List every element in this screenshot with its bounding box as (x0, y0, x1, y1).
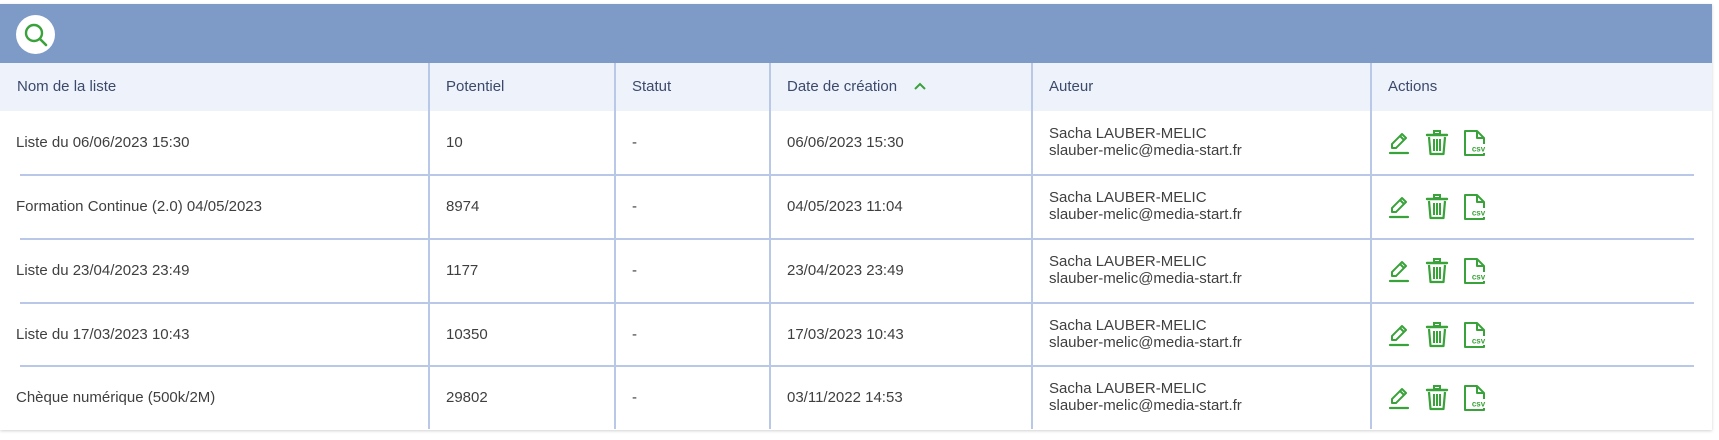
list-author: Sacha LAUBER-MELIC slauber-melic@media-s… (1049, 189, 1242, 223)
column-header-auteur[interactable]: Auteur (1049, 63, 1093, 111)
author-email: slauber-melic@media-start.fr (1049, 397, 1242, 414)
edit-pencil-icon (1388, 388, 1410, 410)
edit-pencil-icon (1388, 325, 1410, 347)
author-name: Sacha LAUBER-MELIC (1049, 125, 1207, 142)
trash-icon (1425, 322, 1449, 348)
svg-text:csv: csv (1472, 273, 1486, 282)
column-header-potentiel[interactable]: Potentiel (446, 63, 504, 111)
trash-icon (1425, 258, 1449, 284)
list-author: Sacha LAUBER-MELIC slauber-melic@media-s… (1049, 380, 1242, 414)
author-email: slauber-melic@media-start.fr (1049, 334, 1242, 351)
table-row: Liste du 17/03/2023 10:43 10350 - 17/03/… (0, 303, 1712, 367)
list-potentiel: 1177 (446, 262, 479, 279)
list-potentiel: 8974 (446, 198, 480, 215)
list-potentiel: 29802 (446, 389, 488, 406)
search-icon (24, 23, 47, 46)
list-date: 04/05/2023 11:04 (787, 198, 903, 215)
svg-text:csv: csv (1472, 209, 1486, 218)
list-author: Sacha LAUBER-MELIC slauber-melic@media-s… (1049, 125, 1242, 159)
list-potentiel: 10350 (446, 326, 488, 343)
csv-export-icon: csv (1464, 258, 1488, 284)
author-email: slauber-melic@media-start.fr (1049, 142, 1242, 159)
list-date: 23/04/2023 23:49 (787, 262, 904, 279)
csv-export-icon: csv (1464, 322, 1488, 348)
edit-pencil-icon (1388, 133, 1410, 155)
delete-button[interactable] (1424, 321, 1450, 349)
edit-button[interactable] (1386, 258, 1412, 284)
delete-button[interactable] (1424, 384, 1450, 412)
author-name: Sacha LAUBER-MELIC (1049, 317, 1207, 334)
table-row: Chèque numérique (500k/2M) 29802 - 03/11… (0, 366, 1712, 430)
edit-button[interactable] (1386, 322, 1412, 348)
list-name[interactable]: Liste du 06/06/2023 15:30 (16, 134, 189, 151)
edit-button[interactable] (1386, 130, 1412, 156)
list-statut: - (632, 389, 637, 406)
export-csv-button[interactable]: csv (1462, 257, 1490, 285)
svg-text:csv: csv (1472, 145, 1486, 154)
author-name: Sacha LAUBER-MELIC (1049, 253, 1207, 270)
csv-export-icon: csv (1464, 130, 1488, 156)
svg-text:csv: csv (1472, 337, 1486, 346)
list-name[interactable]: Liste du 17/03/2023 10:43 (16, 326, 189, 343)
trash-icon (1425, 130, 1449, 156)
author-name: Sacha LAUBER-MELIC (1049, 189, 1207, 206)
column-header-name[interactable]: Nom de la liste (17, 63, 116, 111)
column-header-statut[interactable]: Statut (632, 63, 671, 111)
trash-icon (1425, 385, 1449, 411)
list-date: 03/11/2022 14:53 (787, 389, 903, 406)
list-potentiel: 10 (446, 134, 463, 151)
column-header-actions: Actions (1388, 78, 1438, 95)
author-email: slauber-melic@media-start.fr (1049, 270, 1242, 287)
trash-icon (1425, 194, 1449, 220)
csv-export-icon: csv (1464, 194, 1488, 220)
table-row: Liste du 23/04/2023 23:49 1177 - 23/04/2… (0, 239, 1712, 303)
export-csv-button[interactable]: csv (1462, 129, 1490, 157)
export-csv-button[interactable]: csv (1462, 321, 1490, 349)
edit-pencil-icon (1388, 197, 1410, 219)
author-email: slauber-melic@media-start.fr (1049, 206, 1242, 223)
lists-panel: Nom de la liste Potentiel Statut Date de… (0, 4, 1712, 430)
list-author: Sacha LAUBER-MELIC slauber-melic@media-s… (1049, 317, 1242, 351)
edit-button[interactable] (1386, 385, 1412, 411)
list-statut: - (632, 262, 637, 279)
list-statut: - (632, 134, 637, 151)
author-name: Sacha LAUBER-MELIC (1049, 380, 1207, 397)
list-date: 17/03/2023 10:43 (787, 326, 904, 343)
edit-pencil-icon (1388, 261, 1410, 283)
toolbar (0, 4, 1712, 63)
delete-button[interactable] (1424, 193, 1450, 221)
table-row: Formation Continue (2.0) 04/05/2023 8974… (0, 175, 1712, 239)
delete-button[interactable] (1424, 257, 1450, 285)
svg-text:csv: csv (1472, 400, 1486, 409)
table-row: Liste du 06/06/2023 15:30 10 - 06/06/202… (0, 111, 1712, 175)
list-name[interactable]: Formation Continue (2.0) 04/05/2023 (16, 198, 262, 215)
search-button[interactable] (16, 15, 55, 54)
delete-button[interactable] (1424, 129, 1450, 157)
list-name[interactable]: Chèque numérique (500k/2M) (16, 389, 215, 406)
sort-ascending-chevron-up-icon[interactable] (913, 63, 927, 111)
edit-button[interactable] (1386, 194, 1412, 220)
list-date: 06/06/2023 15:30 (787, 134, 904, 151)
list-statut: - (632, 326, 637, 343)
column-header-date[interactable]: Date de création (787, 63, 927, 111)
table-header: Nom de la liste Potentiel Statut Date de… (0, 63, 1712, 111)
export-csv-button[interactable]: csv (1462, 193, 1490, 221)
list-name[interactable]: Liste du 23/04/2023 23:49 (16, 262, 189, 279)
export-csv-button[interactable]: csv (1462, 384, 1490, 412)
csv-export-icon: csv (1464, 385, 1488, 411)
list-author: Sacha LAUBER-MELIC slauber-melic@media-s… (1049, 253, 1242, 287)
list-statut: - (632, 198, 637, 215)
